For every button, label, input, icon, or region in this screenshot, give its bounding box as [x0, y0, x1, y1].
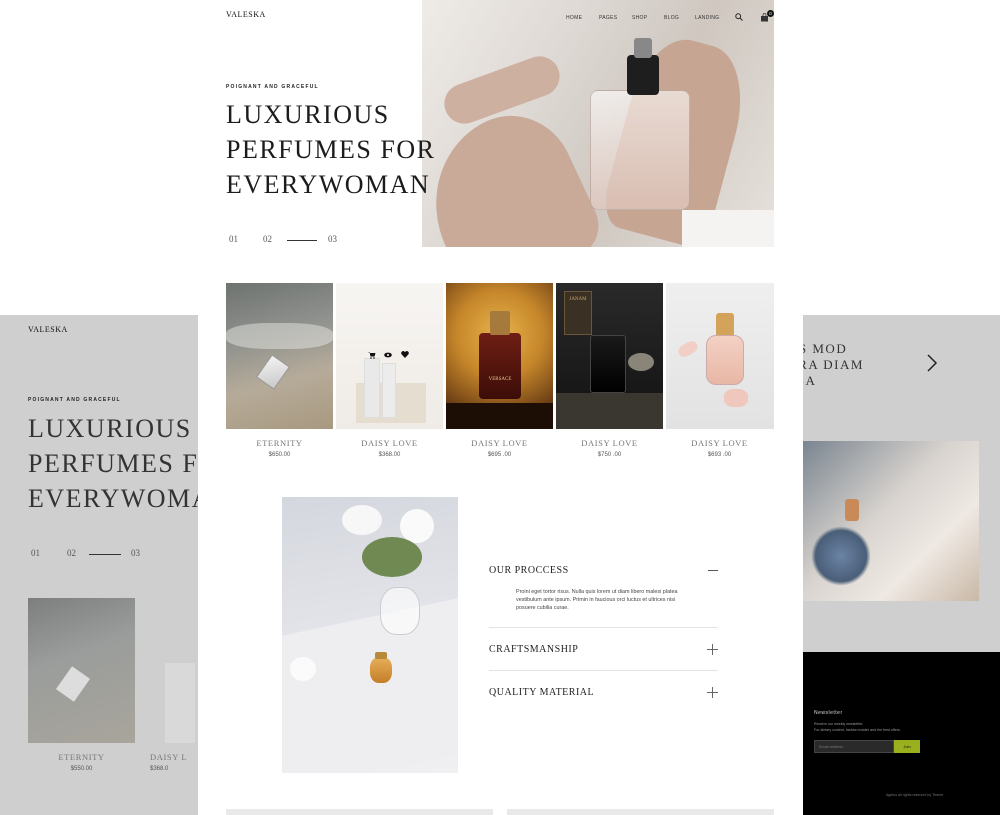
product-name[interactable]: DAISY LOVE: [556, 438, 663, 448]
product-image[interactable]: [666, 283, 774, 429]
product-image[interactable]: VERSACE: [446, 283, 553, 429]
cart-icon[interactable]: [368, 351, 376, 359]
product-image[interactable]: [336, 283, 443, 429]
product-price: $695 .00: [487, 452, 512, 458]
section-preview-block: [507, 809, 774, 815]
footer: Newsletter Receive our weekly newsletter…: [800, 652, 1000, 815]
hero-title: LUXURIOUS PERFUMES FOR EVERYWOMAN: [226, 97, 435, 202]
slide-02[interactable]: 02: [263, 234, 272, 244]
newsletter-email-input[interactable]: Email address: [814, 740, 894, 753]
footer-copyright: Agelus all rights reserved by Theme: [886, 793, 944, 797]
flower-image: [282, 497, 458, 773]
cart-count-badge: 0: [767, 10, 774, 17]
minus-icon[interactable]: [708, 570, 718, 571]
plus-icon[interactable]: [707, 644, 718, 655]
nav-pages[interactable]: PAGES: [599, 15, 617, 21]
product-price: $750 .00: [597, 452, 622, 458]
product-price: $650.00: [268, 452, 291, 458]
product-name[interactable]: DAISY LOVE: [336, 438, 443, 448]
accordion-title-quality[interactable]: QUALITY MATERIAL: [489, 687, 594, 698]
main-page: VALESKA HOME PAGES SHOP BLOG LANDING 0 P…: [198, 0, 803, 815]
quick-view-icon[interactable]: [384, 352, 392, 358]
nav-shop[interactable]: SHOP: [632, 15, 647, 21]
left-preview-logo: VALESKA: [28, 325, 68, 334]
left-preview-pager: 01 02 03: [31, 548, 140, 558]
nav-home[interactable]: HOME: [566, 15, 582, 21]
newsletter-join-button[interactable]: Join: [894, 740, 920, 753]
search-icon[interactable]: [735, 13, 743, 21]
product-name[interactable]: DAISY LOVE: [666, 438, 773, 448]
hero-title-line: PERFUMES FOR: [226, 135, 436, 164]
slide-01[interactable]: 01: [229, 234, 238, 244]
left-preview-product-name: ETERNITY: [58, 752, 105, 762]
bottle-label: VERSACE: [488, 377, 512, 382]
product-image[interactable]: JANAM: [556, 283, 663, 429]
product-price: $693 .00: [707, 452, 732, 458]
product-price: $368.00: [378, 452, 401, 458]
accordion-text-process: Proini eget tortor risus. Nulla quis lor…: [516, 589, 678, 611]
accordion-title-process[interactable]: OUR PROCCESS: [489, 565, 569, 576]
active-slide-indicator: [287, 240, 317, 241]
heart-icon[interactable]: [401, 351, 409, 358]
jar-label: JANAM: [569, 297, 587, 302]
hero-image: [422, 0, 774, 247]
plus-icon[interactable]: [707, 687, 718, 698]
brand-logo[interactable]: VALESKA: [226, 10, 266, 19]
left-preview-product-image: [28, 598, 135, 743]
section-preview-block: [226, 809, 493, 815]
nav-blog[interactable]: BLOG: [664, 15, 679, 21]
newsletter-text: Receive our weekly newsletter. For dieta…: [814, 722, 901, 732]
left-preview-title: LUXURIOUS PERFUMES F EVERYWOMA: [28, 414, 212, 513]
product-name[interactable]: ETERNITY: [226, 438, 333, 448]
product-image[interactable]: [226, 283, 333, 429]
chevron-right-icon[interactable]: [926, 353, 938, 373]
accordion-title-craftsmanship[interactable]: CRAFTSMANSHIP: [489, 644, 578, 655]
product-name[interactable]: DAISY LOVE: [446, 438, 553, 448]
hero-eyebrow: POIGNANT AND GRACEFUL: [226, 84, 319, 90]
right-preview-bride-image: [803, 441, 979, 601]
divider: [489, 627, 718, 628]
left-preview-product-image: [165, 663, 195, 743]
newsletter-title: Newsletter: [814, 710, 843, 716]
hero-slide-pager: 01 02 03: [229, 234, 349, 246]
nav-landing[interactable]: LANDING: [695, 15, 719, 21]
hero-title-line: EVERYWOMAN: [226, 170, 431, 199]
divider: [489, 670, 718, 671]
left-preview-product-price: $550.00: [70, 766, 93, 772]
slide-03[interactable]: 03: [328, 234, 337, 244]
left-preview: VALESKA POIGNANT AND GRACEFUL LUXURIOUS …: [0, 315, 230, 815]
left-preview-eyebrow: POIGNANT AND GRACEFUL: [28, 397, 121, 403]
hero-title-line: LUXURIOUS: [226, 100, 390, 129]
